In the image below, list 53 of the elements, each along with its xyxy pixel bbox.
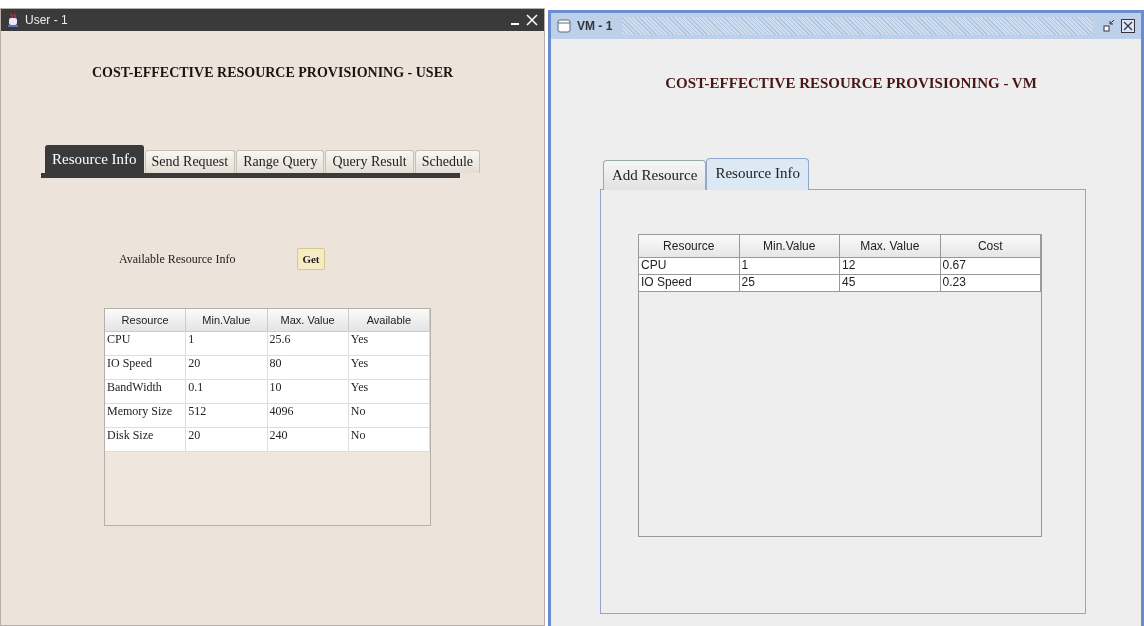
tab[interactable]: Range Query <box>236 150 325 173</box>
table-cell: 80 <box>267 356 349 380</box>
column-header: Max. Value <box>267 309 349 332</box>
table-cell: IO Speed <box>639 275 740 292</box>
label: Available Resource Info <box>119 251 236 267</box>
table-cell: 20 <box>186 356 268 380</box>
app-heading: COST-EFFECTIVE RESOURCE PROVISIONING - VM <box>664 74 1038 92</box>
table-cell: 512 <box>186 404 268 428</box>
column-header: Min.Value <box>739 235 840 258</box>
tab[interactable]: Send Request <box>144 150 236 173</box>
table-cell: CPU <box>105 332 187 356</box>
table-cell: 10 <box>267 380 349 404</box>
column-header: Min.Value <box>186 309 268 332</box>
tab[interactable]: Schedule <box>414 150 481 173</box>
table-cell: Yes <box>348 356 430 380</box>
cup-icon <box>7 13 19 27</box>
table-cell: 240 <box>267 428 349 452</box>
tab[interactable]: Query Result <box>325 150 414 173</box>
table-cell: BandWidth <box>105 380 187 404</box>
column-header: Cost <box>940 235 1041 258</box>
table-cell: 0.23 <box>940 275 1041 292</box>
table-cell: No <box>348 404 430 428</box>
table-cell: IO Speed <box>105 356 187 380</box>
column-header: Resource <box>105 309 187 332</box>
tab[interactable]: Add Resource <box>603 160 707 190</box>
table-cell: 4096 <box>267 404 349 428</box>
table-cell: Yes <box>348 332 430 356</box>
tab[interactable]: Resource Info <box>45 145 144 173</box>
table-cell: 0.67 <box>940 258 1041 275</box>
table-cell: Disk Size <box>105 428 187 452</box>
column-header: Resource <box>639 235 740 258</box>
table-cell: 45 <box>840 275 941 292</box>
table-cell: 1 <box>186 332 268 356</box>
column-header: Available <box>348 309 430 332</box>
close-icon[interactable] <box>1121 19 1135 33</box>
table-cell: Memory Size <box>105 404 187 428</box>
table-cell: 0.1 <box>186 380 268 404</box>
window-title: User - 1 <box>25 13 68 27</box>
table-cell: 12 <box>840 258 941 275</box>
table-cell: 25 <box>739 275 840 292</box>
table-cell: Yes <box>348 380 430 404</box>
window-title: VM - 1 <box>577 19 613 33</box>
column-header: Max. Value <box>840 235 941 258</box>
table-cell: 25.6 <box>267 332 349 356</box>
table-cell: 1 <box>739 258 840 275</box>
window-icon <box>557 19 571 33</box>
restore-icon[interactable] <box>1103 19 1115 33</box>
get-button[interactable]: Get <box>297 248 325 270</box>
tab[interactable]: Resource Info <box>706 158 809 190</box>
table-cell: CPU <box>639 258 740 275</box>
app-heading: COST-EFFECTIVE RESOURCE PROVISIONING - USER <box>90 64 455 81</box>
table-cell: No <box>348 428 430 452</box>
table-cell: 20 <box>186 428 268 452</box>
